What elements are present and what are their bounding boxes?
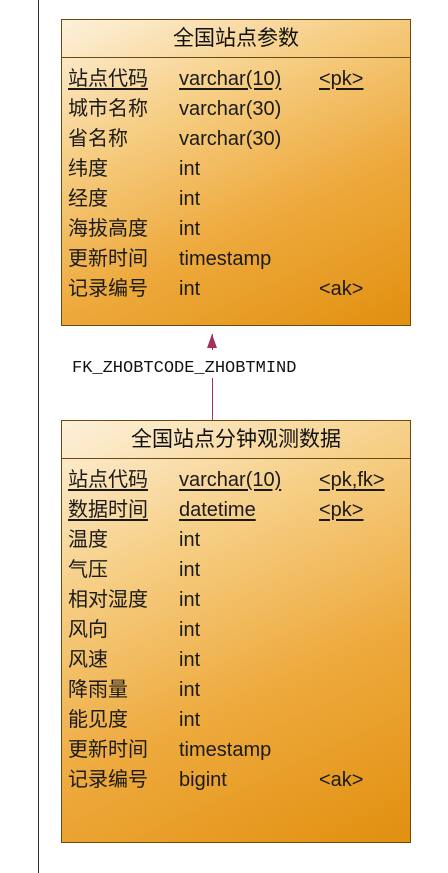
column-name: 站点代码 (68, 469, 148, 491)
column-type: int (179, 278, 201, 300)
column-type: int (179, 709, 201, 731)
column-type: int (179, 218, 201, 240)
column-name: 海拔高度 (68, 218, 148, 240)
column-name: 数据时间 (68, 499, 148, 521)
column-type: bigint (179, 769, 227, 791)
column-row[interactable]: 更新时间 timestamp (62, 244, 410, 274)
column-name: 城市名称 (68, 98, 148, 120)
column-name: 经度 (68, 188, 108, 210)
column-row[interactable]: 气压 int (62, 555, 410, 585)
column-name: 能见度 (68, 709, 128, 731)
column-type: int (179, 188, 201, 210)
column-type: timestamp (179, 739, 272, 761)
column-type: varchar(10) (179, 469, 282, 491)
column-name: 风速 (68, 649, 108, 671)
column-key: <ak> (319, 278, 364, 300)
column-list: 站点代码 varchar(10) <pk> 城市名称 varchar(30) 省名称 var… (62, 58, 410, 304)
column-row[interactable]: 海拔高度 int (62, 214, 410, 244)
column-type: varchar(30) (179, 128, 282, 150)
column-name: 站点代码 (68, 68, 148, 90)
column-key: <ak> (319, 769, 364, 791)
column-row[interactable]: 更新时间 timestamp (62, 735, 410, 765)
column-row[interactable]: 省名称 varchar(30) (62, 124, 410, 154)
relationship-arrow-icon (207, 334, 217, 348)
entity-title: 全国站点分钟观测数据 (62, 421, 410, 459)
column-row[interactable]: 温度 int (62, 525, 410, 555)
entity-station-minute-observations[interactable]: 全国站点分钟观测数据 站点代码 varchar(10) <pk,fk> 数据时间 dat… (61, 420, 411, 843)
column-name: 更新时间 (68, 739, 148, 761)
column-name: 风向 (68, 619, 108, 641)
column-row[interactable]: 经度 int (62, 184, 410, 214)
entity-station-params[interactable]: 全国站点参数 站点代码 varchar(10) <pk> 城市名称 varchar(30… (61, 19, 411, 326)
column-type: int (179, 679, 201, 701)
column-name: 记录编号 (68, 769, 148, 791)
column-name: 气压 (68, 559, 108, 581)
column-row[interactable]: 风向 int (62, 615, 410, 645)
entity-title: 全国站点参数 (62, 20, 410, 58)
column-name: 记录编号 (68, 278, 148, 300)
column-row[interactable]: 能见度 int (62, 705, 410, 735)
column-type: int (179, 589, 201, 611)
column-type: int (179, 158, 201, 180)
canvas-left-border (38, 0, 39, 873)
relationship-label[interactable]: FK_ZHOBTCODE_ZHOBTMIND (72, 359, 296, 378)
column-name: 相对湿度 (68, 589, 148, 611)
column-name: 纬度 (68, 158, 108, 180)
column-key: <pk,fk> (319, 469, 385, 491)
column-row[interactable]: 纬度 int (62, 154, 410, 184)
column-type: int (179, 529, 201, 551)
column-row[interactable]: 相对湿度 int (62, 585, 410, 615)
column-row[interactable]: 站点代码 varchar(10) <pk> (62, 64, 410, 94)
column-type: timestamp (179, 248, 272, 270)
column-row[interactable]: 记录编号 bigint <ak> (62, 765, 410, 795)
column-type: varchar(10) (179, 68, 282, 90)
column-row[interactable]: 数据时间 datetime <pk> (62, 495, 410, 525)
column-key: <pk> (319, 68, 364, 90)
column-name: 降雨量 (68, 679, 128, 701)
column-type: datetime (179, 499, 256, 521)
column-row[interactable]: 城市名称 varchar(30) (62, 94, 410, 124)
column-list: 站点代码 varchar(10) <pk,fk> 数据时间 datetime <pk> 温度… (62, 459, 410, 795)
relationship-line-lower[interactable] (212, 378, 213, 420)
column-name: 温度 (68, 529, 108, 551)
column-type: int (179, 559, 201, 581)
column-row[interactable]: 降雨量 int (62, 675, 410, 705)
column-row[interactable]: 站点代码 varchar(10) <pk,fk> (62, 465, 410, 495)
column-key: <pk> (319, 499, 364, 521)
column-name: 省名称 (68, 128, 128, 150)
column-name: 更新时间 (68, 248, 148, 270)
column-row[interactable]: 记录编号 int <ak> (62, 274, 410, 304)
column-type: int (179, 619, 201, 641)
column-type: int (179, 649, 201, 671)
column-type: varchar(30) (179, 98, 282, 120)
column-row[interactable]: 风速 int (62, 645, 410, 675)
